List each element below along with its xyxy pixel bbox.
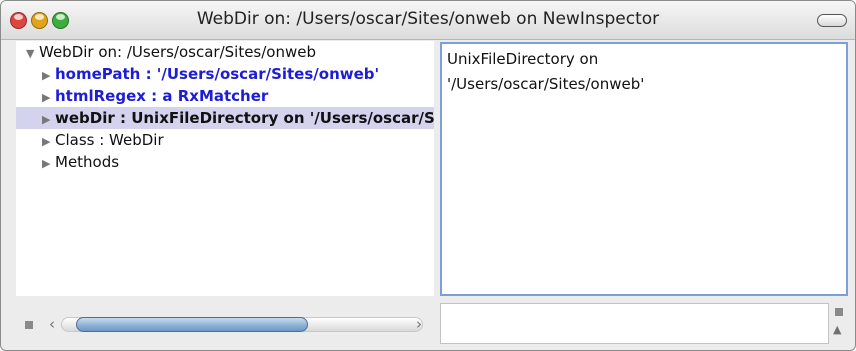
title-bar[interactable]: WebDir on: /Users/oscar/Sites/onweb on N…	[1, 1, 855, 40]
triangle-down-icon[interactable]: ▼	[26, 43, 39, 65]
tree-item-label: Methods	[55, 153, 120, 171]
triangle-right-icon[interactable]: ▶	[42, 153, 55, 175]
scroll-left-arrow-icon[interactable]: ‹	[49, 315, 55, 333]
tree-root-label: WebDir on: /Users/oscar/Sites/onweb	[39, 43, 316, 61]
evaluator-text-pane[interactable]	[440, 303, 829, 344]
vertical-scrollbar[interactable]: ▲	[830, 303, 848, 344]
triangle-right-icon[interactable]: ▶	[42, 131, 55, 153]
tree-item-class[interactable]: ▶ Class : WebDir	[16, 129, 434, 151]
value-text-pane[interactable]: UnixFileDirectory on '/Users/oscar/Sites…	[440, 42, 848, 296]
inspector-window: WebDir on: /Users/oscar/Sites/onweb on N…	[0, 0, 856, 351]
tree-item-homepath[interactable]: ▶ homePath : '/Users/oscar/Sites/onweb'	[16, 63, 434, 85]
triangle-right-icon[interactable]: ▶	[42, 109, 55, 131]
scroll-menu-square-icon[interactable]	[25, 321, 33, 329]
triangle-right-icon[interactable]: ▶	[42, 65, 55, 87]
value-text-line: UnixFileDirectory on	[447, 50, 599, 68]
horizontal-scrollbar[interactable]: ‹ ›	[16, 314, 434, 336]
value-text-line: '/Users/oscar/Sites/onweb'	[447, 75, 645, 93]
triangle-right-icon[interactable]: ▶	[42, 87, 55, 109]
toolbar-toggle-button[interactable]	[817, 14, 847, 27]
window-title: WebDir on: /Users/oscar/Sites/onweb on N…	[196, 9, 660, 29]
tree-item-methods[interactable]: ▶ Methods	[16, 151, 434, 173]
scroll-right-arrow-icon[interactable]: ›	[416, 315, 422, 333]
tree-item-label: homePath : '/Users/oscar/Sites/onweb'	[55, 65, 380, 83]
inspector-tree[interactable]: ▼ WebDir on: /Users/oscar/Sites/onweb ▶ ho…	[16, 41, 434, 296]
tree-root[interactable]: ▼ WebDir on: /Users/oscar/Sites/onweb	[16, 41, 434, 63]
scroll-thumb[interactable]	[76, 317, 308, 332]
tree-item-webdir[interactable]: ▶ webDir : UnixFileDirectory on '/Users/o…	[16, 107, 434, 129]
tree-item-label: Class : WebDir	[55, 131, 164, 149]
tree-item-htmlregex[interactable]: ▶ htmlRegex : a RxMatcher	[16, 85, 434, 107]
tree-item-label: htmlRegex : a RxMatcher	[55, 87, 269, 105]
scroll-up-arrow-icon[interactable]: ▲	[833, 323, 841, 336]
scroll-menu-square-icon[interactable]	[835, 308, 843, 316]
tree-item-label: webDir : UnixFileDirectory on '/Users/os…	[55, 109, 434, 127]
